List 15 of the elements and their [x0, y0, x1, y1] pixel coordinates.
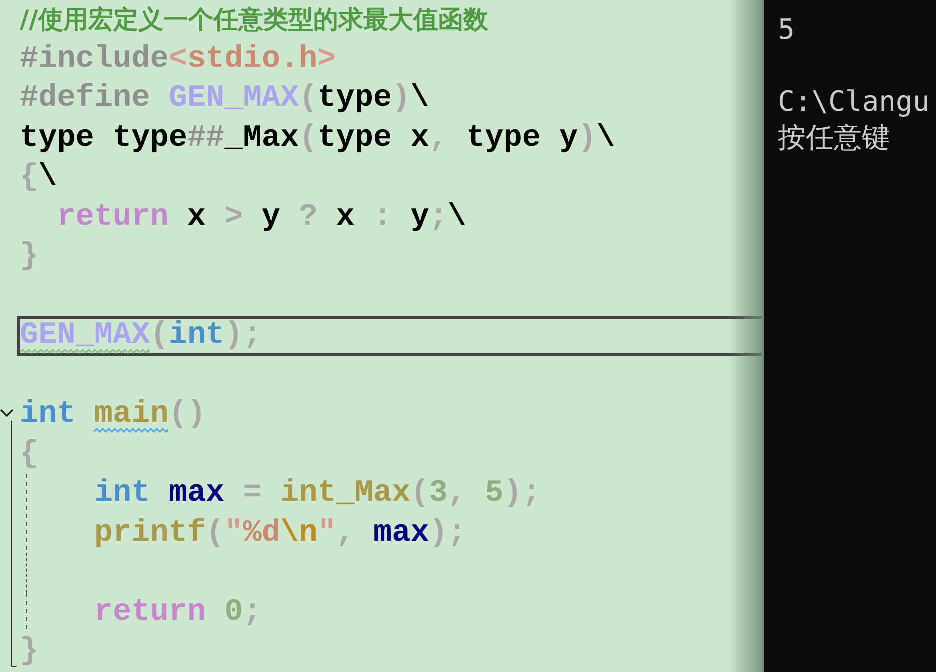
fold-chevron-icon[interactable]: [0, 409, 14, 418]
console-output-line: 5: [778, 12, 795, 48]
console-output-line: C:\Clangu: [778, 84, 930, 120]
code-line: }: [19, 238, 40, 276]
code-line: GEN_MAX(int);: [17, 316, 762, 356]
code-line: type type##_Max(type x, type y)\: [19, 120, 616, 158]
code-line: #define GEN_MAX(type)\: [19, 80, 430, 118]
code-line: #include<stdio.h>: [19, 40, 338, 79]
code-line: {: [19, 436, 40, 474]
code-line: //使用宏定义一个任意类型的求最大值函数: [19, 4, 490, 36]
console-output-line: 按任意键: [778, 120, 890, 156]
code-line: {\: [19, 159, 58, 198]
code-line: return x > y ? x : y;\: [56, 198, 468, 237]
code-line: int main(): [19, 396, 208, 434]
code-line: }: [19, 633, 40, 672]
